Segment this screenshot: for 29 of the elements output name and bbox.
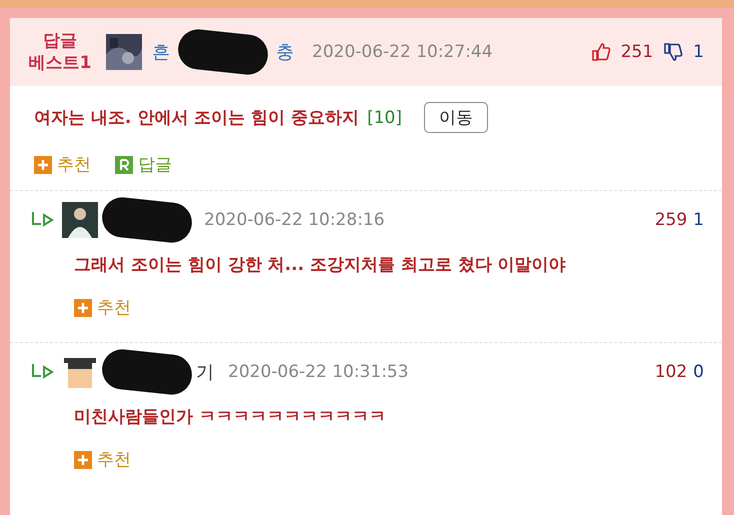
author-name[interactable]: 기 xyxy=(196,360,214,384)
dislike-count: 0 xyxy=(693,362,704,382)
recommend-button[interactable]: 추천 xyxy=(74,448,131,471)
reply-count: [10] xyxy=(367,108,402,128)
recommend-button[interactable]: 추천 xyxy=(34,153,91,176)
best-badge-text: 답글 xyxy=(42,30,78,52)
plus-icon xyxy=(74,298,92,316)
comment-text: 여자는 내조. 안에서 조이는 힘이 중요하지 xyxy=(34,107,360,129)
plus-icon xyxy=(34,156,52,174)
author-name[interactable]: 충 xyxy=(276,40,294,64)
thumbs-up-icon[interactable] xyxy=(590,42,611,62)
thumbs-down-icon[interactable] xyxy=(663,42,684,62)
comment-date: 2020-06-22 10:27:44 xyxy=(312,42,493,62)
comment-date: 2020-06-22 10:31:53 xyxy=(228,362,409,382)
reply-icon xyxy=(115,156,133,174)
dislike-count: 1 xyxy=(693,210,704,230)
comment-date: 2020-06-22 10:28:16 xyxy=(204,210,385,230)
dislike-count: 1 xyxy=(693,42,704,62)
recommend-button[interactable]: 추천 xyxy=(74,296,131,319)
move-button[interactable]: 이동 xyxy=(424,102,488,133)
like-count: 102 xyxy=(654,362,688,382)
author-name[interactable]: 흔 xyxy=(152,40,170,64)
like-count: 259 xyxy=(654,210,688,230)
best-badge-text: 베스트1 xyxy=(28,52,92,74)
plus-icon xyxy=(74,450,92,468)
comment-text: 그래서 조이는 힘이 강한 처... 조강지처를 최고로 쳤다 이말이야 xyxy=(74,254,567,276)
comment-text: 미친사람들인가 ㅋㅋㅋㅋㅋㅋㅋㅋㅋㅋㅋ xyxy=(74,406,387,428)
like-count: 251 xyxy=(620,42,654,62)
reply-button[interactable]: 답글 xyxy=(115,153,172,176)
